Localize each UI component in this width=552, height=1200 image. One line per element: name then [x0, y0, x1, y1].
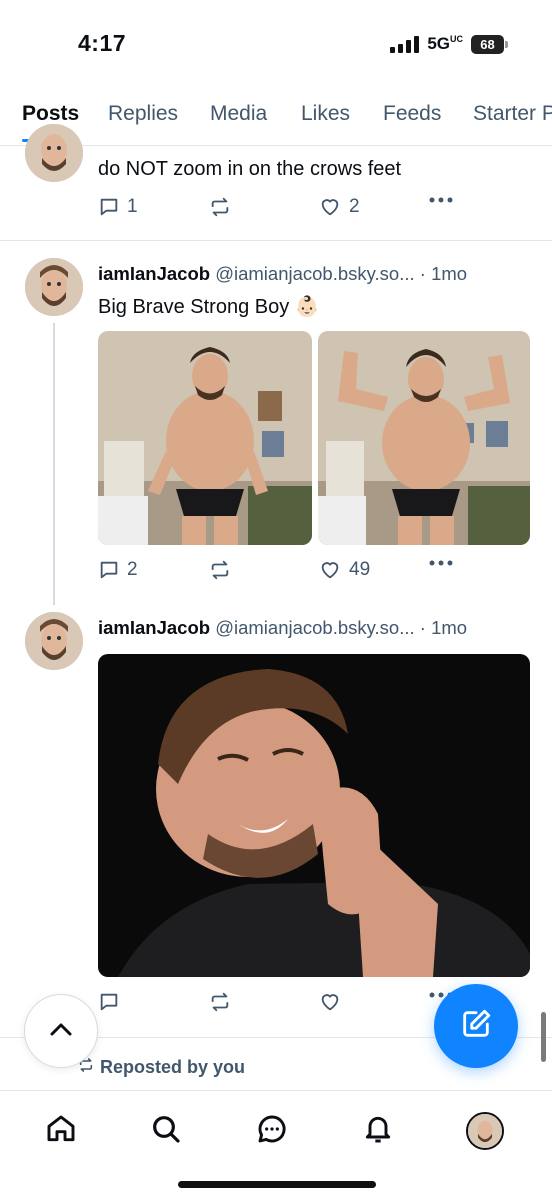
repost-label: Reposted by you — [100, 1057, 246, 1077]
battery-icon: 68 — [471, 34, 508, 54]
repost-icon — [208, 991, 232, 1013]
repost-button[interactable] — [208, 196, 232, 218]
bell-icon — [362, 1113, 394, 1150]
reply-icon — [98, 196, 120, 218]
network-label: 5GUC — [427, 34, 463, 53]
handle[interactable]: @iamianjacob.bsky.so... — [215, 617, 414, 638]
tab-starter-packs[interactable]: Starter Packs — [473, 102, 552, 126]
search-icon — [150, 1113, 182, 1150]
post-item[interactable]: iamIanJacob @iamianjacob.bsky.so... · 1m… — [0, 241, 552, 609]
avatar[interactable] — [25, 124, 83, 182]
heart-icon — [318, 559, 342, 581]
repost-button[interactable] — [208, 991, 232, 1013]
like-button[interactable] — [318, 991, 349, 1013]
nav-profile[interactable] — [465, 1111, 505, 1151]
post-header: iamIanJacob @iamianjacob.bsky.so... · 1m… — [98, 263, 467, 285]
post-image[interactable] — [318, 331, 530, 545]
status-bar: 4:17 5GUC 68 — [0, 0, 552, 90]
home-indicator — [178, 1181, 376, 1188]
compose-icon — [459, 1007, 493, 1046]
tab-replies[interactable]: Replies — [108, 102, 178, 126]
reply-button[interactable]: 1 — [98, 196, 138, 218]
handle[interactable]: @iamianjacob.bsky.so... — [215, 263, 414, 284]
signal-icon — [390, 35, 420, 53]
post-item[interactable]: iamIanJacob @iamianjacob.bsky.so... · 1m… — [0, 609, 552, 1037]
more-button[interactable] — [428, 559, 454, 567]
repost-button[interactable] — [208, 559, 232, 581]
compose-button[interactable] — [434, 984, 518, 1068]
reply-count: 2 — [127, 559, 138, 580]
post-actions: 1 2 — [98, 196, 458, 226]
thread-line — [53, 323, 55, 605]
post-image[interactable] — [98, 654, 530, 977]
post-time: · 1mo — [419, 617, 468, 638]
status-time: 4:17 — [78, 30, 127, 56]
post-header: iamIanJacob @iamianjacob.bsky.so... · 1m… — [98, 617, 467, 639]
repost-icon — [208, 196, 232, 218]
post-image[interactable] — [98, 331, 312, 545]
nav-home[interactable] — [41, 1111, 81, 1151]
heart-icon — [318, 196, 342, 218]
post-actions — [98, 991, 458, 1021]
more-dots-icon — [428, 196, 454, 204]
tab-feeds[interactable]: Feeds — [383, 102, 441, 126]
avatar[interactable] — [25, 612, 83, 670]
reply-button[interactable]: 2 — [98, 559, 138, 581]
post-time: · 1mo — [419, 263, 468, 284]
like-count: 2 — [349, 196, 360, 217]
like-count: 49 — [349, 559, 371, 580]
tab-posts[interactable]: Posts — [22, 102, 79, 126]
post-text: Big Brave Strong Boy 👶🏻 — [98, 296, 320, 318]
scroll-to-top-button[interactable] — [24, 994, 98, 1068]
like-button[interactable]: 2 — [318, 196, 360, 218]
post-text: do NOT zoom in on the crows feet — [98, 158, 402, 180]
home-icon — [45, 1113, 77, 1150]
reply-icon — [98, 991, 120, 1013]
battery-level: 68 — [471, 34, 504, 54]
profile-tabs: Posts Replies Media Likes Feeds Starter … — [0, 90, 552, 146]
nav-notifications[interactable] — [358, 1111, 398, 1151]
more-button[interactable] — [428, 196, 454, 204]
reply-button[interactable] — [98, 991, 127, 1013]
display-name[interactable]: iamIanJacob — [98, 263, 210, 284]
avatar[interactable] — [25, 258, 83, 316]
chat-icon — [256, 1113, 288, 1150]
more-dots-icon — [428, 559, 454, 567]
scrollbar[interactable] — [541, 1012, 546, 1062]
status-indicators: 5GUC 68 — [390, 34, 508, 54]
like-button[interactable]: 49 — [318, 559, 370, 581]
profile-avatar — [466, 1112, 504, 1150]
tab-likes[interactable]: Likes — [301, 102, 350, 126]
display-name[interactable]: iamIanJacob — [98, 617, 210, 638]
heart-icon — [318, 991, 342, 1013]
post-actions: 2 49 — [98, 559, 458, 589]
post-item[interactable]: do NOT zoom in on the crows feet 1 2 — [0, 124, 552, 240]
nav-search[interactable] — [146, 1111, 186, 1151]
repost-indicator: Reposted by you — [78, 1057, 245, 1078]
chevron-up-icon — [49, 1021, 73, 1042]
reply-count: 1 — [127, 196, 138, 217]
nav-chat[interactable] — [252, 1111, 292, 1151]
tab-media[interactable]: Media — [210, 102, 267, 126]
reply-icon — [98, 559, 120, 581]
repost-icon — [208, 559, 232, 581]
